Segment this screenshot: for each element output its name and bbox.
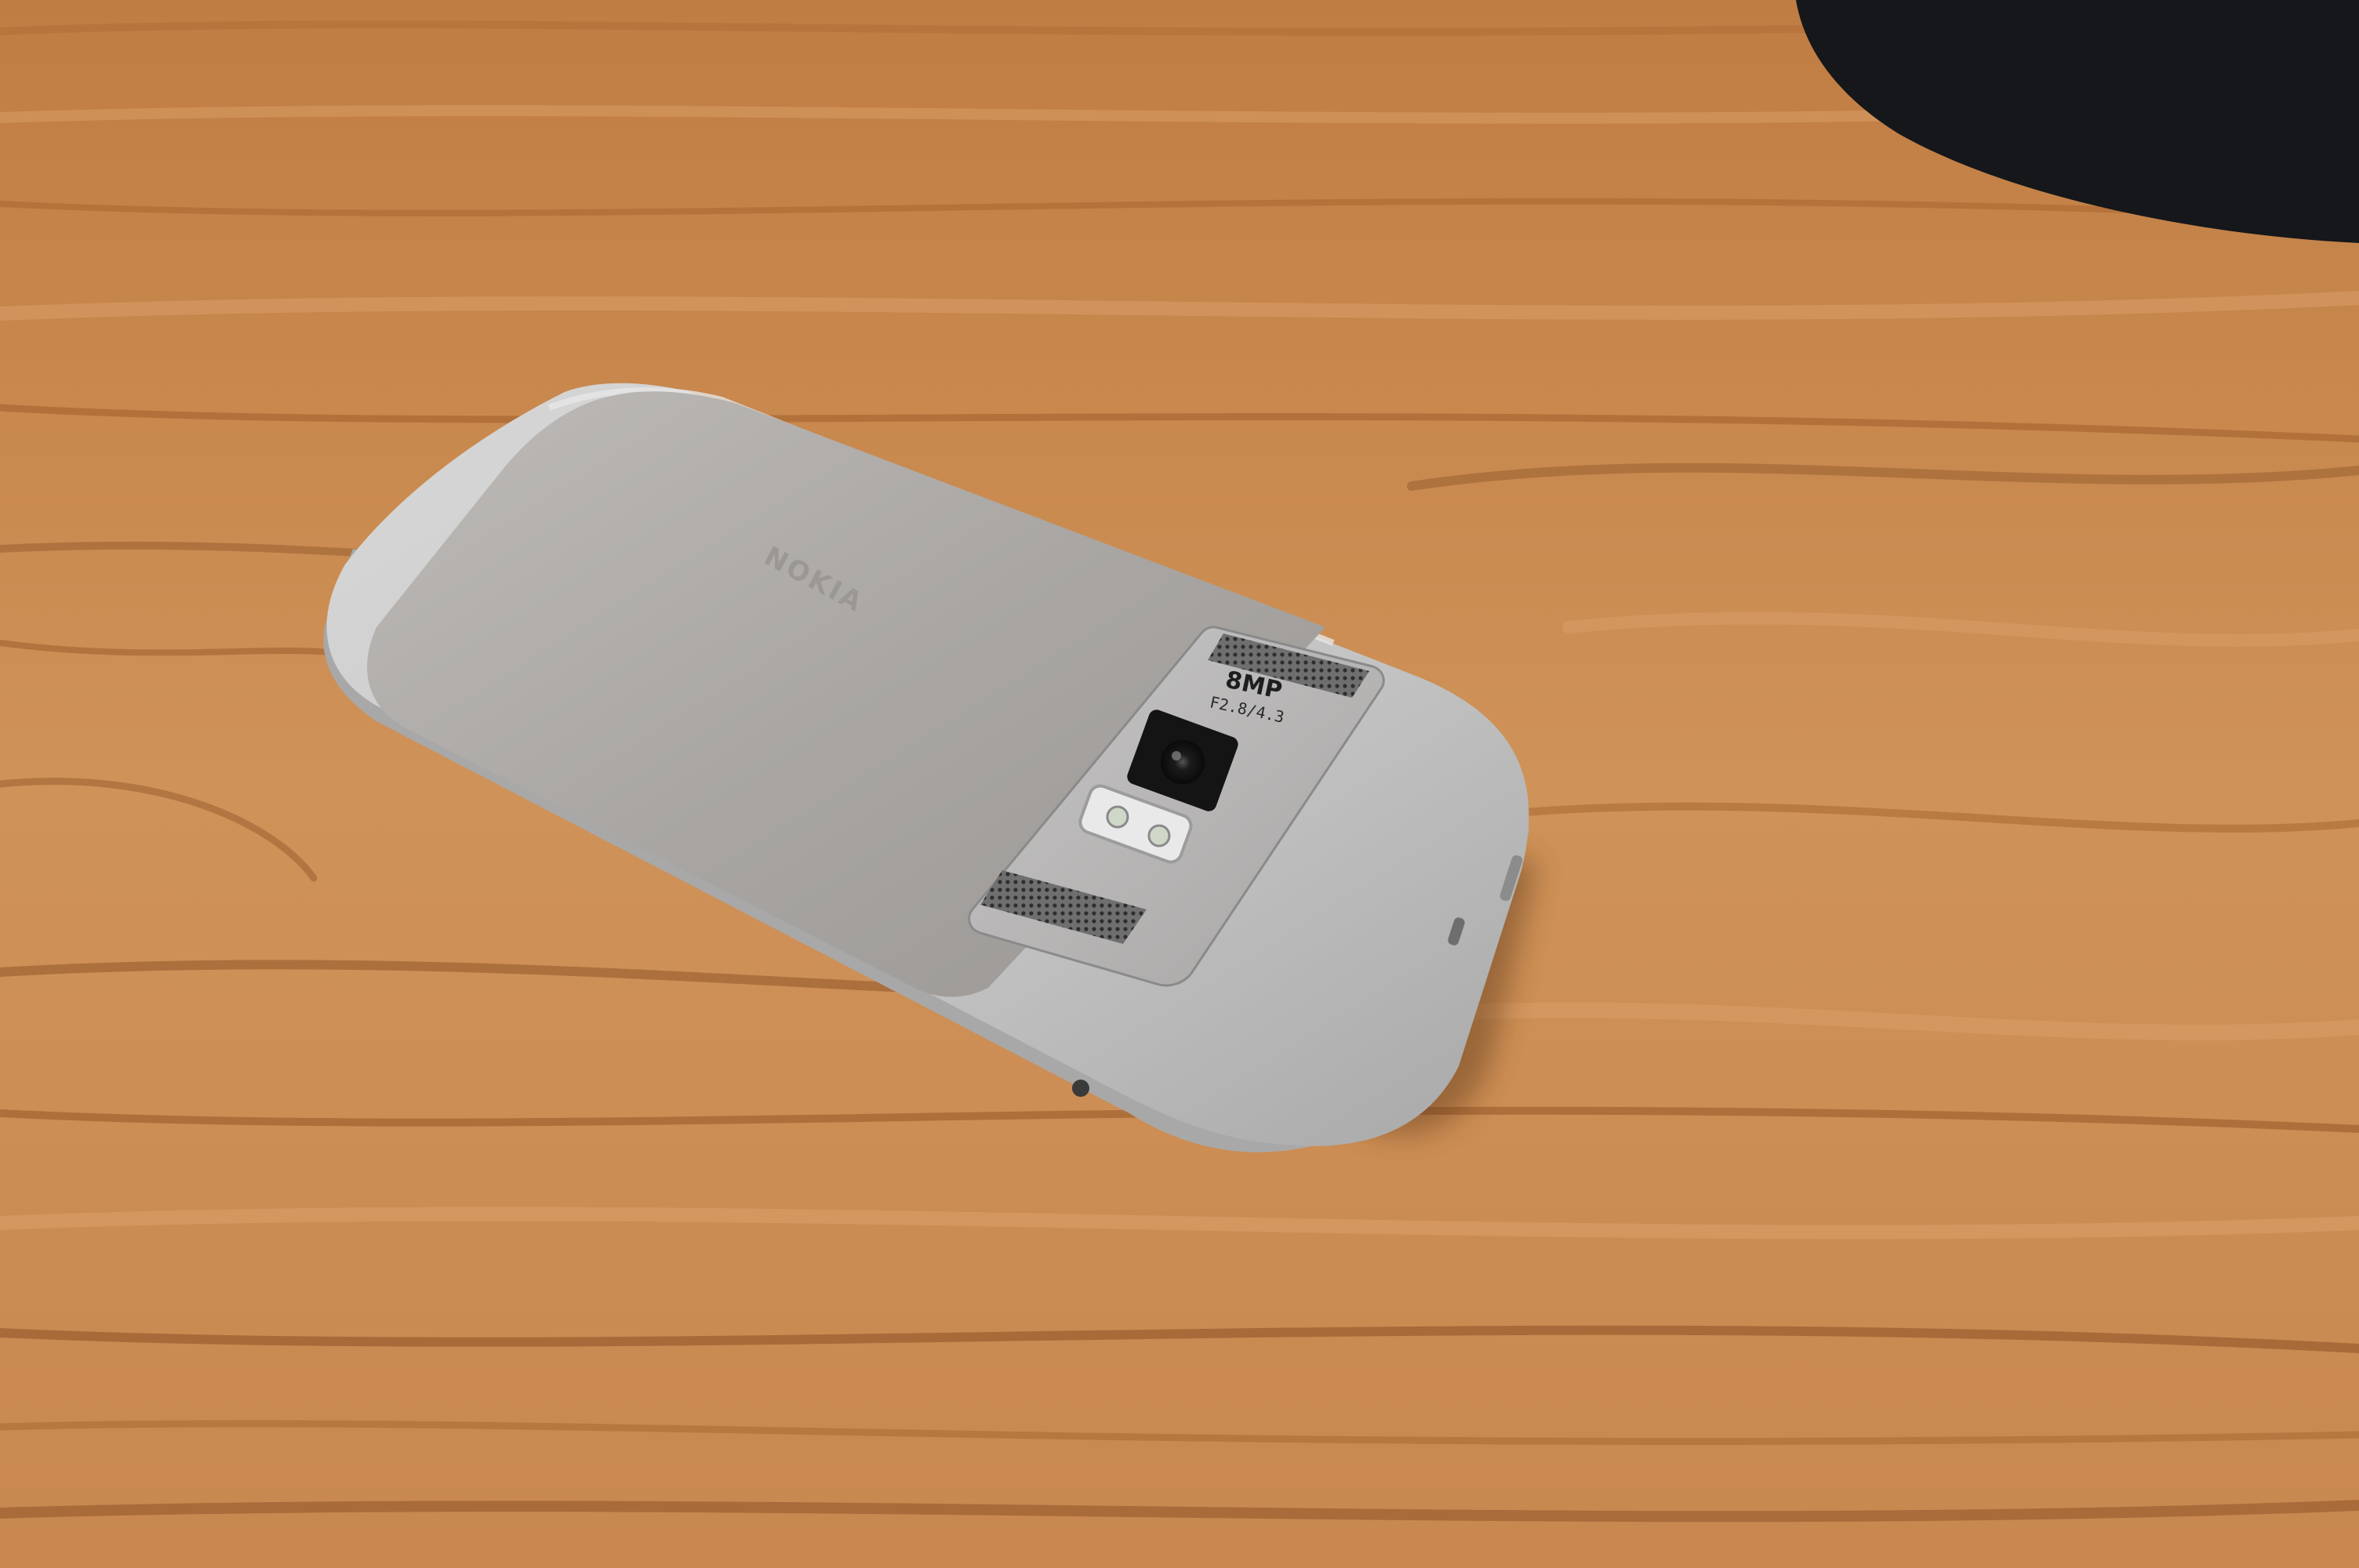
flash-led-1 <box>1106 805 1129 829</box>
camera-lens <box>1161 740 1205 784</box>
audio-jack <box>1072 1080 1089 1097</box>
photo-scene: NOKIA 8MP F2.8/4.3 <box>0 0 2359 1568</box>
flash-led-2 <box>1147 824 1171 848</box>
